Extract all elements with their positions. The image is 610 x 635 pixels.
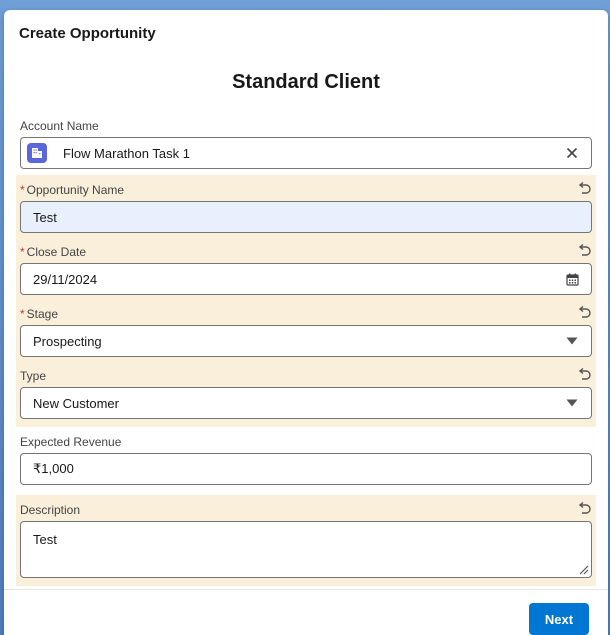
close-date-label: Close Date [26, 245, 87, 259]
close-date-field: * Close Date 29/11/2024 [16, 237, 596, 299]
description-textarea[interactable]: Test [20, 521, 592, 578]
type-select[interactable]: New Customer [20, 387, 592, 419]
form-title: Standard Client [232, 71, 380, 93]
chevron-down-icon [565, 396, 579, 410]
expected-revenue-value: ₹1,000 [33, 461, 74, 476]
modal-footer: Next [4, 589, 608, 635]
required-marker: * [20, 183, 25, 197]
type-field: Type New Customer [16, 361, 596, 427]
type-label: Type [20, 369, 47, 383]
description-value: Test [33, 532, 57, 547]
type-value: New Customer [33, 395, 119, 411]
opportunity-name-value: Test [33, 209, 57, 225]
resize-handle-icon[interactable] [577, 563, 589, 575]
required-marker: * [20, 307, 25, 321]
undo-icon[interactable] [576, 181, 592, 197]
undo-icon[interactable] [576, 367, 592, 383]
calendar-icon[interactable] [565, 272, 579, 286]
undo-icon[interactable] [576, 243, 592, 259]
account-name-lookup[interactable]: Flow Marathon Task 1 [20, 137, 592, 169]
close-icon[interactable] [565, 146, 579, 160]
description-label: Description [20, 503, 81, 517]
expected-revenue-field: Expected Revenue ₹1,000 [16, 427, 596, 495]
account-name-field: Account Name Flow Marathon Task 1 [16, 111, 596, 175]
opportunity-name-field: * Opportunity Name Test [16, 175, 596, 237]
expected-revenue-label: Expected Revenue [20, 435, 122, 449]
expected-revenue-label-row: Expected Revenue [20, 431, 592, 453]
modal-header: Create Opportunity [4, 10, 608, 56]
modal-title: Create Opportunity [19, 25, 156, 42]
close-date-value: 29/11/2024 [33, 271, 98, 287]
opportunity-name-input[interactable]: Test [20, 201, 592, 233]
stage-select[interactable]: Prospecting [20, 325, 592, 357]
account-icon [27, 143, 47, 163]
stage-value: Prospecting [33, 333, 102, 349]
stage-label-row: * Stage [20, 303, 592, 325]
create-opportunity-modal: Create Opportunity Standard Client Accou… [4, 10, 608, 635]
description-label-row: Description [20, 499, 592, 521]
stage-field: * Stage Prospecting [16, 299, 596, 361]
next-button[interactable]: Next [529, 603, 589, 635]
required-marker: * [20, 245, 25, 259]
close-date-input[interactable]: 29/11/2024 [20, 263, 592, 295]
close-date-label-row: * Close Date [20, 241, 592, 263]
description-field: Description Test [16, 495, 596, 586]
chevron-down-icon [565, 334, 579, 348]
form-fields: Account Name Flow Marathon Task 1 * Oppo… [16, 111, 596, 586]
undo-icon[interactable] [576, 501, 592, 517]
opportunity-name-label: Opportunity Name [26, 183, 125, 197]
account-name-label: Account Name [20, 119, 99, 133]
account-name-label-row: Account Name [20, 115, 592, 137]
stage-label: Stage [26, 307, 59, 321]
opportunity-name-label-row: * Opportunity Name [20, 179, 592, 201]
undo-icon[interactable] [576, 305, 592, 321]
account-name-value: Flow Marathon Task 1 [63, 145, 190, 161]
type-label-row: Type [20, 365, 592, 387]
expected-revenue-input[interactable]: ₹1,000 [20, 453, 592, 485]
